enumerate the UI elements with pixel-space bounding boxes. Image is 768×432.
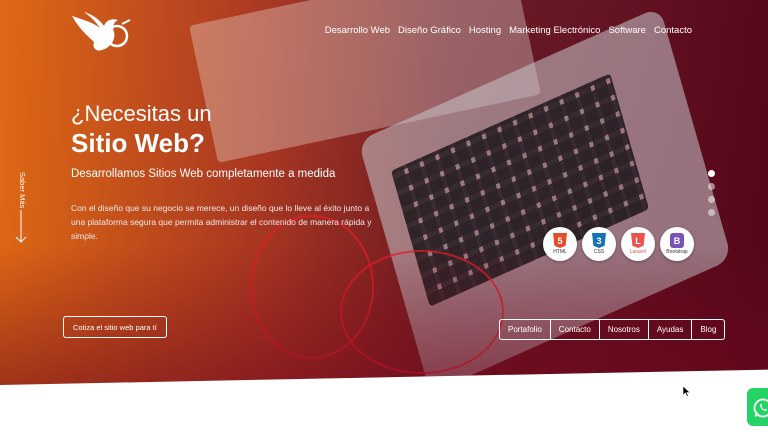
headline-line1: ¿Necesitas un bbox=[71, 101, 212, 126]
nav-item-contacto[interactable]: Contacto bbox=[654, 25, 692, 36]
slider-dot[interactable] bbox=[708, 170, 715, 177]
whatsapp-button[interactable] bbox=[747, 388, 768, 426]
nav-item-software[interactable]: Software bbox=[608, 25, 646, 36]
bootstrap-icon: B Bootstrap bbox=[660, 227, 694, 261]
blog-button[interactable]: Blog bbox=[692, 320, 724, 339]
arrow-down-icon bbox=[15, 210, 27, 243]
background-cable bbox=[340, 250, 504, 374]
contacto-button[interactable]: Contacto bbox=[551, 320, 600, 339]
tech-badges: 5 HTML 3 CSS L Laravel B Bootstrap bbox=[543, 227, 694, 261]
portafolio-button[interactable]: Portafolio bbox=[500, 320, 551, 339]
slider-dot[interactable] bbox=[708, 196, 715, 203]
nav-item-marketing[interactable]: Marketing Electrónico bbox=[509, 25, 600, 36]
nav-item-hosting[interactable]: Hosting bbox=[469, 25, 501, 36]
saber-mas-link[interactable]: Saber Más bbox=[8, 168, 28, 248]
mouse-cursor-icon bbox=[683, 386, 691, 397]
hummingbird-logo-icon[interactable] bbox=[70, 10, 132, 54]
nosotros-button[interactable]: Nosotros bbox=[600, 320, 649, 339]
hero-description: Con el diseño que su negocio se merece, … bbox=[71, 203, 372, 241]
slider-dot[interactable] bbox=[708, 183, 715, 190]
quote-cta-button[interactable]: Cotiza el sitio web para tí bbox=[63, 316, 167, 338]
quick-links: Portafolio Contacto Nosotros Ayudas Blog bbox=[499, 319, 726, 340]
whatsapp-icon bbox=[753, 398, 768, 418]
ayudas-button[interactable]: Ayudas bbox=[649, 320, 693, 339]
css3-icon: 3 CSS bbox=[582, 227, 616, 261]
main-nav: Desarrollo Web Diseño Gráfico Hosting Ma… bbox=[325, 25, 692, 36]
nav-item-desarrollo-web[interactable]: Desarrollo Web bbox=[325, 25, 390, 36]
slider-dots bbox=[708, 170, 716, 222]
headline-line2: Sitio Web? bbox=[71, 128, 205, 158]
saber-mas-label: Saber Más bbox=[18, 172, 27, 209]
slider-dot[interactable] bbox=[708, 209, 715, 216]
nav-item-diseno-grafico[interactable]: Diseño Gráfico bbox=[398, 25, 461, 36]
hero-subtitle: Desarrollamos Sitios Web completamente a… bbox=[71, 168, 336, 180]
html5-icon: 5 HTML bbox=[543, 227, 577, 261]
laravel-icon: L Laravel bbox=[621, 227, 655, 261]
